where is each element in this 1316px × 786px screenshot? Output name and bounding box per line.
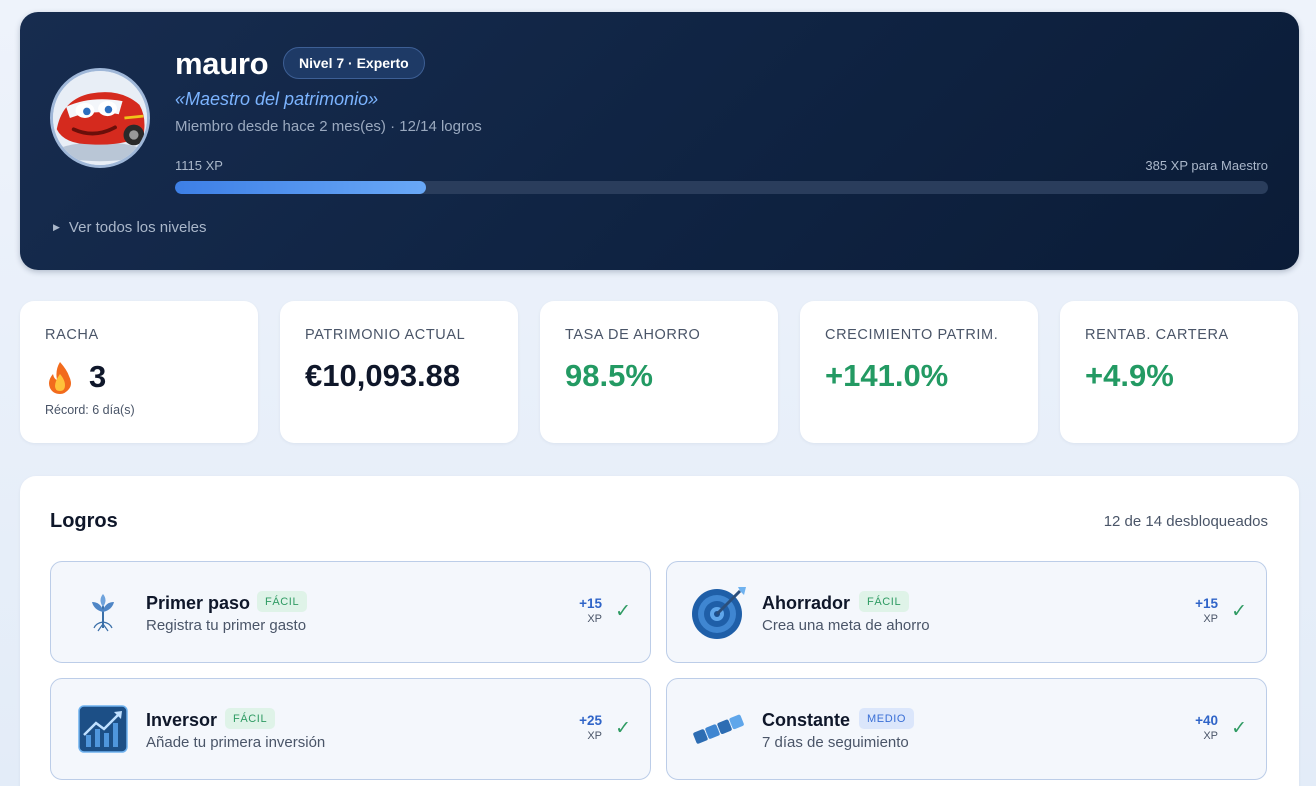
xp-reward: +15 <box>579 596 602 611</box>
stat-label: CRECIMIENTO PATRIM. <box>825 327 999 343</box>
achievement-xp: +40 XP <box>1195 713 1218 742</box>
stat-label: PATRIMONIO ACTUAL <box>305 327 466 343</box>
member-meta: Miembro desde hace 2 mes(es) · 12/14 log… <box>175 118 482 135</box>
achievement-card[interactable]: Constante MEDIO 7 días de seguimiento +4… <box>666 678 1267 780</box>
xp-unit: XP <box>1203 613 1218 625</box>
achievements-panel: Logros 12 de 14 desbloqueados Primer pas… <box>20 476 1299 786</box>
achievement-desc: Crea una meta de ahorro <box>762 617 930 634</box>
achievements-title: Logros <box>50 510 118 532</box>
achievement-xp: +25 XP <box>579 713 602 742</box>
achievement-desc: 7 días de seguimiento <box>762 734 909 751</box>
xp-reward: +40 <box>1195 713 1218 728</box>
username: mauro <box>175 46 269 81</box>
achievement-desc: Registra tu primer gasto <box>146 617 307 634</box>
user-title: «Maestro del patrimonio» <box>175 89 379 109</box>
stat-value: €10,093.88 <box>305 358 461 393</box>
chart-icon <box>73 699 133 759</box>
difficulty-badge: FÁCIL <box>257 591 308 612</box>
chain-icon <box>689 699 749 759</box>
stat-card-net-worth: PATRIMONIO ACTUAL €10,093.88 <box>280 301 518 443</box>
stat-value: +4.9% <box>1085 358 1174 393</box>
xp-progress-fill <box>175 181 427 194</box>
achievement-xp: +15 XP <box>1195 596 1218 625</box>
stat-card-net-worth-growth: CRECIMIENTO PATRIM. +141.0% <box>800 301 1038 443</box>
achievement-card[interactable]: Ahorrador FÁCIL Crea una meta de ahorro … <box>666 561 1267 663</box>
achievement-xp: +15 XP <box>579 596 602 625</box>
stat-card-streak: RACHA 3 Récord: 6 día(s) <box>20 301 258 443</box>
stat-card-portfolio-return: RENTAB. CARTERA +4.9% <box>1060 301 1298 443</box>
xp-unit: XP <box>1203 730 1218 742</box>
stat-card-savings-rate: TASA DE AHORRO 98.5% <box>540 301 778 443</box>
stat-value: +141.0% <box>825 358 949 393</box>
achievement-card[interactable]: Inversor FÁCIL Añade tu primera inversió… <box>50 678 651 780</box>
check-icon: ✓ <box>1231 601 1247 622</box>
achievement-desc: Añade tu primera inversión <box>146 734 326 751</box>
achievement-name: Primer paso <box>146 593 251 613</box>
xp-progress-bar <box>175 181 1268 194</box>
fire-icon <box>49 362 71 394</box>
stat-label: RACHA <box>45 327 99 343</box>
achievements-count: 12 de 14 desbloqueados <box>1103 513 1268 530</box>
check-icon: ✓ <box>615 718 631 739</box>
streak-row: 3 <box>45 359 106 395</box>
difficulty-badge: FÁCIL <box>225 708 276 729</box>
check-icon: ✓ <box>1231 718 1247 739</box>
stat-value: 98.5% <box>565 358 653 393</box>
avatar <box>50 68 150 168</box>
sprout-icon <box>73 582 133 642</box>
xp-reward: +15 <box>1195 596 1218 611</box>
levels-toggle[interactable]: ▶ Ver todos los niveles <box>53 219 207 236</box>
achievement-card[interactable]: Primer paso FÁCIL Registra tu primer gas… <box>50 561 651 663</box>
stat-label: TASA DE AHORRO <box>565 327 701 343</box>
level-badge: Nivel 7 · Experto <box>283 47 425 79</box>
achievement-name: Inversor <box>146 710 218 730</box>
difficulty-badge: MEDIO <box>859 708 915 729</box>
achievement-name: Constante <box>762 710 851 730</box>
profile-hero: mauro Nivel 7 · Experto «Maestro del pat… <box>20 12 1299 270</box>
achievement-name: Ahorrador <box>762 593 851 613</box>
xp-unit: XP <box>587 613 602 625</box>
caret-right-icon: ▶ <box>53 222 60 232</box>
stat-label: RENTAB. CARTERA <box>1085 327 1229 343</box>
xp-reward: +25 <box>579 713 602 728</box>
check-icon: ✓ <box>615 601 631 622</box>
xp-current: 1115 XP <box>175 158 223 173</box>
streak-value: 3 <box>89 359 107 394</box>
car-avatar-icon <box>53 71 147 165</box>
streak-record: Récord: 6 día(s) <box>45 403 135 417</box>
xp-to-next-level: 385 XP para Maestro <box>1145 158 1268 173</box>
levels-toggle-label: Ver todos los niveles <box>68 219 207 236</box>
target-icon <box>689 582 749 642</box>
xp-unit: XP <box>587 730 602 742</box>
difficulty-badge: FÁCIL <box>859 591 910 612</box>
